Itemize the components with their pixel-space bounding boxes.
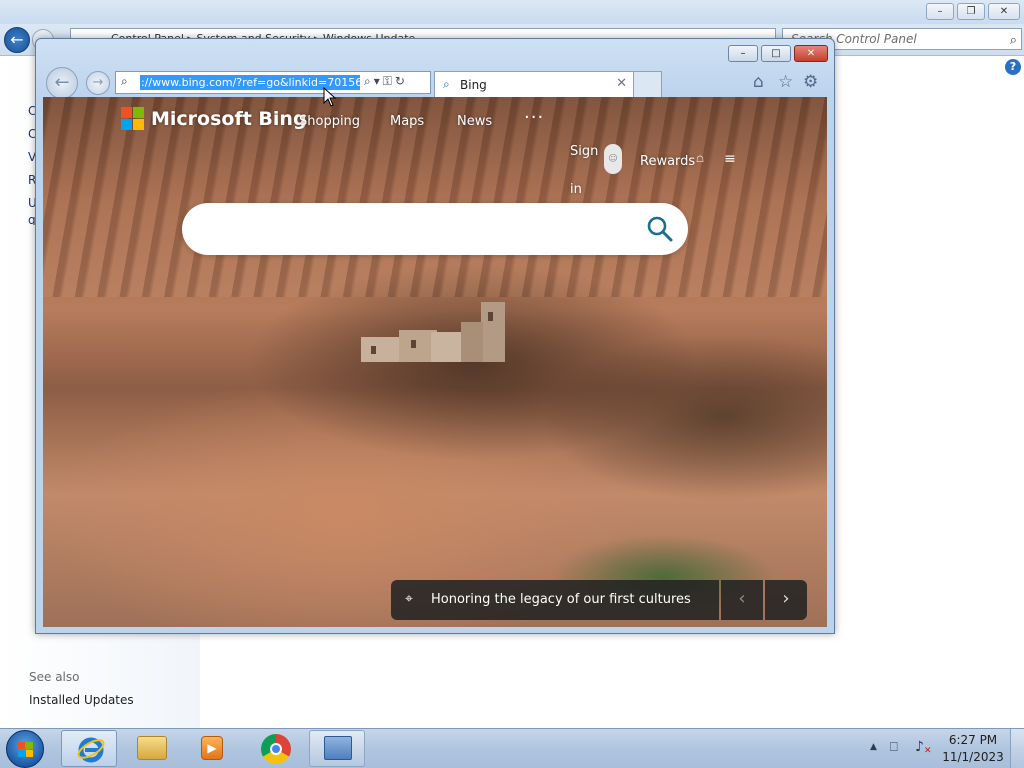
cp-maximize-button[interactable]: ❐	[957, 3, 985, 20]
new-tab-button[interactable]	[634, 71, 662, 97]
start-button[interactable]	[6, 730, 44, 768]
cp-minimize-button[interactable]: –	[926, 3, 954, 20]
address-search-icon: ⌕	[121, 74, 128, 88]
installed-updates-link[interactable]: Installed Updates	[29, 693, 134, 707]
bing-tab-search-icon: ⌕	[443, 77, 450, 91]
sign-in-link[interactable]: Sign in	[570, 133, 600, 209]
tab-bing[interactable]: ⌕ Bing ✕	[434, 71, 634, 97]
tools-gear-icon[interactable]: ⚙	[803, 72, 818, 92]
bing-page: Microsoft Bing Shopping Maps News ··· Si…	[43, 97, 827, 627]
taskbar-windows-explorer[interactable]	[123, 730, 179, 767]
home-icon[interactable]: ⌂	[753, 72, 764, 92]
control-panel-icon	[324, 736, 352, 760]
taskbar-chrome[interactable]	[247, 730, 303, 767]
help-icon[interactable]: ?	[1005, 59, 1021, 75]
cp-close-button[interactable]: ✕	[988, 3, 1020, 20]
clock-time[interactable]: 6:27 PM	[938, 733, 1008, 747]
previous-image-button[interactable]: ‹	[721, 580, 763, 620]
ie-forward-button[interactable]: →	[86, 71, 110, 95]
show-hidden-icons-icon[interactable]: ▲	[870, 742, 877, 752]
clock-date[interactable]: 11/1/2023	[938, 750, 1008, 764]
hamburger-menu-icon[interactable]: ≡	[724, 151, 736, 167]
nav-news[interactable]: News	[457, 114, 492, 129]
internet-explorer-icon	[77, 737, 105, 763]
tab-title: Bing	[460, 78, 487, 92]
bing-logo-text: Microsoft Bing	[151, 108, 307, 130]
image-caption-text[interactable]: Honoring the legacy of our first culture…	[431, 592, 691, 607]
image-caption-bar[interactable]: ⌖ Honoring the legacy of our first cultu…	[391, 580, 719, 620]
volume-muted-icon: ✕	[924, 746, 932, 756]
cp-back-button[interactable]: ←	[4, 27, 30, 53]
volume-icon[interactable]: ♪	[915, 739, 924, 755]
nav-shopping[interactable]: Shopping	[299, 114, 360, 129]
search-icon[interactable]	[646, 215, 674, 243]
ie-address-bar[interactable]: ⌕ ://www.bing.com/?ref=go&linkid=70156 ⌕…	[115, 71, 431, 94]
address-tools-icons[interactable]: ⌕▾⚿↻	[364, 74, 408, 89]
control-panel-titlebar: – ❐ ✕	[0, 0, 1024, 24]
taskbar-media-player[interactable]: ▶	[185, 730, 241, 767]
search-input[interactable]	[202, 217, 632, 241]
ie-back-button[interactable]: ←	[46, 67, 78, 99]
taskbar-internet-explorer[interactable]	[61, 730, 117, 767]
network-icon[interactable]: ⎕	[890, 740, 898, 755]
search-icon[interactable]: ⌕	[1010, 31, 1017, 51]
show-desktop-button[interactable]	[1010, 729, 1024, 768]
windows-logo-icon	[18, 742, 34, 758]
chrome-icon	[261, 734, 291, 764]
folder-icon	[137, 736, 167, 760]
nav-maps[interactable]: Maps	[390, 114, 424, 129]
location-pin-icon: ⌖	[405, 591, 413, 607]
rewards-trophy-icon[interactable]: ☖	[696, 155, 704, 165]
avatar-icon[interactable]: ☺	[604, 144, 622, 174]
media-player-icon: ▶	[201, 736, 223, 760]
cliff-dwelling-ruin-image	[361, 302, 505, 362]
rewards-link[interactable]: Rewards	[640, 154, 695, 169]
tab-close-icon[interactable]: ✕	[616, 76, 627, 91]
ie-minimize-button[interactable]: –	[728, 45, 758, 62]
next-image-button[interactable]: ›	[765, 580, 807, 620]
ie-close-button[interactable]: ✕	[794, 45, 828, 62]
favorites-star-icon[interactable]: ☆	[778, 72, 793, 92]
mouse-cursor-icon	[323, 87, 337, 107]
see-also-heading: See also	[29, 670, 80, 684]
taskbar-control-panel[interactable]	[309, 730, 365, 767]
ie-maximize-button[interactable]: □	[761, 45, 791, 62]
microsoft-logo-icon	[121, 107, 145, 131]
bing-search-box[interactable]	[182, 203, 688, 255]
taskbar: ▶ ▲ ⎕ ♪ ✕ 6:27 PM 11/1/2023	[0, 728, 1024, 768]
more-menu-icon[interactable]: ···	[524, 107, 544, 128]
